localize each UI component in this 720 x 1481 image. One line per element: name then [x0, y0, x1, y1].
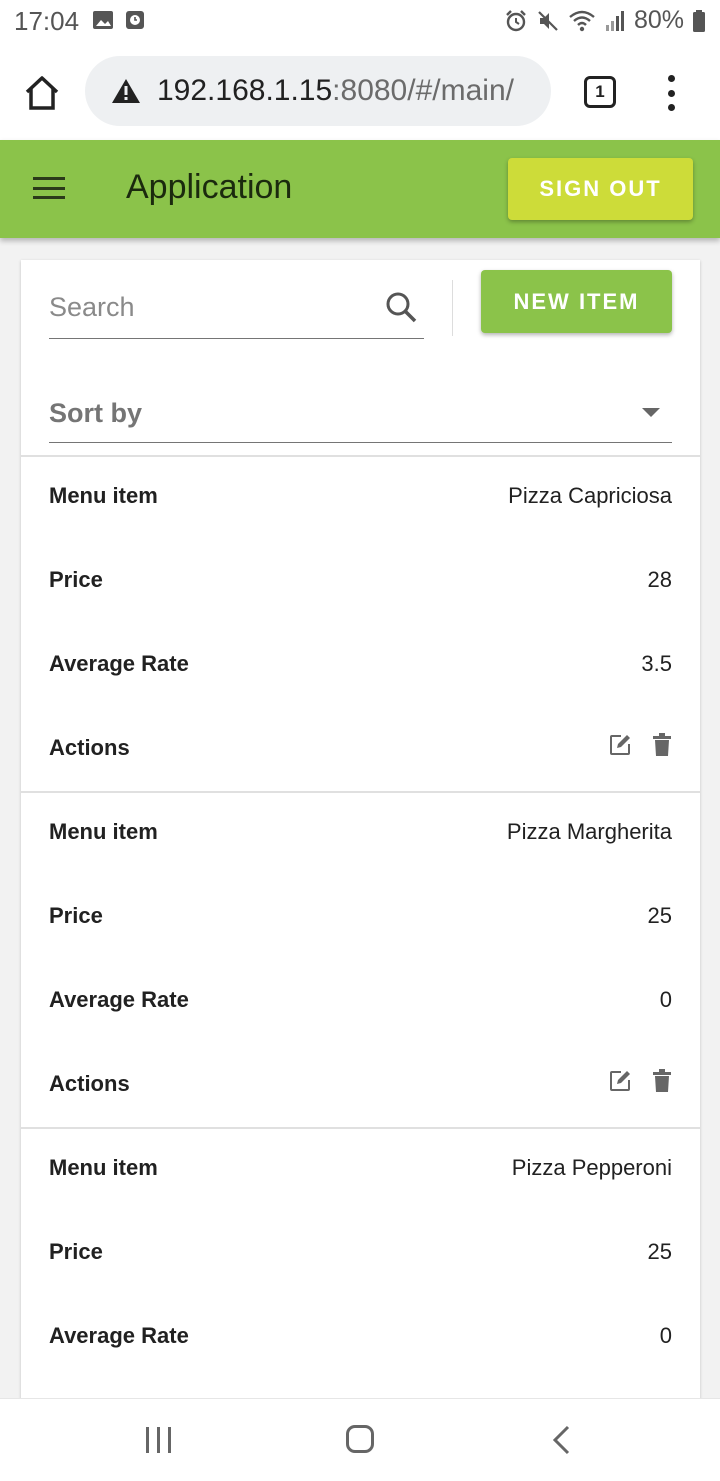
actions-label: Actions — [49, 735, 130, 760]
menu-item-value: Pizza Margherita — [506, 819, 672, 844]
average-rate-label: Average Rate — [49, 1323, 189, 1348]
more-dot — [667, 104, 675, 111]
edit-icon[interactable] — [608, 1069, 632, 1093]
menu-item-value: Pizza Capriciosa — [508, 483, 672, 508]
gallery-icon — [93, 11, 113, 29]
browser-toolbar: 192.168.1.15:8080/#/main/ 1 — [0, 42, 720, 140]
dropdown-arrow-icon — [642, 408, 660, 417]
price-label: Price — [49, 567, 103, 592]
price-label: Price — [49, 903, 103, 928]
price-row: Price 25 — [49, 1233, 672, 1273]
search-icon[interactable] — [384, 290, 418, 324]
delete-icon[interactable] — [652, 733, 672, 757]
browser-menu-button[interactable] — [663, 75, 679, 111]
home-icon — [25, 76, 59, 110]
recent-apps-button[interactable] — [146, 1427, 171, 1453]
tab-switcher-button[interactable]: 1 — [584, 76, 616, 108]
app-title: Application — [126, 168, 293, 206]
menu-item-label: Menu item — [49, 1155, 158, 1180]
average-rate-row: Average Rate 0 — [49, 981, 672, 1021]
delete-icon[interactable] — [652, 1069, 672, 1093]
address-bar[interactable]: 192.168.1.15:8080/#/main/ — [85, 56, 551, 126]
average-rate-label: Average Rate — [49, 651, 189, 676]
average-rate-value: 3.5 — [641, 651, 672, 676]
price-row: Price 25 — [49, 897, 672, 937]
signal-icon — [605, 10, 624, 31]
sort-by-select[interactable]: Sort by — [49, 380, 672, 443]
average-rate-value: 0 — [659, 987, 672, 1012]
price-value: 25 — [647, 1239, 672, 1264]
new-item-button[interactable]: NEW ITEM — [481, 270, 672, 333]
average-rate-row: Average Rate 0 — [49, 1317, 672, 1357]
back-icon[interactable] — [550, 1425, 574, 1455]
price-row: Price 28 — [49, 561, 672, 601]
menu-item-label: Menu item — [49, 819, 158, 844]
average-rate-value: 0 — [659, 1323, 672, 1348]
url-text[interactable]: 192.168.1.15:8080/#/main/ — [157, 74, 514, 108]
battery-percent: 80% — [633, 6, 684, 34]
menu-items-card: Search NEW ITEM Sort by Menu item Pizza … — [21, 260, 700, 1400]
url-path: :8080/#/main/ — [332, 74, 514, 107]
menu-item-value: Pizza Pepperoni — [511, 1155, 672, 1180]
alarm-icon — [506, 9, 526, 31]
list-item: Menu item Pizza Pepperoni Price 25 Avera… — [21, 1129, 700, 1400]
hamburger-menu-icon[interactable] — [33, 177, 65, 199]
edit-icon[interactable] — [608, 733, 632, 757]
status-bar: 17:04 80% — [0, 0, 720, 42]
battery-icon — [693, 9, 705, 32]
list-item: Menu item Pizza Capriciosa Price 28 Aver… — [21, 457, 700, 793]
clock-app-icon — [126, 11, 144, 29]
search-placeholder: Search — [49, 292, 135, 322]
status-time: 17:04 — [14, 6, 80, 36]
menu-item-row: Menu item Pizza Pepperoni — [49, 1149, 672, 1189]
list-item: Menu item Pizza Margherita Price 25 Aver… — [21, 793, 700, 1129]
url-host: 192.168.1.15 — [157, 74, 333, 107]
actions-label: Actions — [49, 1071, 130, 1096]
system-home-button[interactable] — [346, 1425, 374, 1453]
menu-item-row: Menu item Pizza Margherita — [49, 813, 672, 853]
browser-home-button[interactable] — [22, 74, 62, 112]
average-rate-row: Average Rate 3.5 — [49, 645, 672, 685]
system-nav-bar — [0, 1398, 720, 1481]
mute-icon — [538, 10, 558, 31]
menu-item-row: Menu item Pizza Capriciosa — [49, 477, 672, 517]
price-label: Price — [49, 1239, 103, 1264]
more-dot — [667, 75, 675, 82]
sign-out-button[interactable]: SIGN OUT — [508, 158, 693, 220]
average-rate-label: Average Rate — [49, 987, 189, 1012]
price-value: 28 — [647, 567, 672, 592]
search-input[interactable]: Search — [49, 282, 424, 339]
actions-row: Actions — [49, 729, 672, 769]
price-value: 25 — [647, 903, 672, 928]
actions-row: Actions — [49, 1065, 672, 1105]
warning-icon[interactable] — [111, 78, 141, 104]
divider — [452, 280, 453, 336]
more-dot — [667, 89, 675, 97]
sort-by-label: Sort by — [49, 398, 143, 428]
wifi-icon — [569, 10, 595, 31]
app-bar: Application SIGN OUT — [0, 140, 720, 238]
menu-item-label: Menu item — [49, 483, 158, 508]
